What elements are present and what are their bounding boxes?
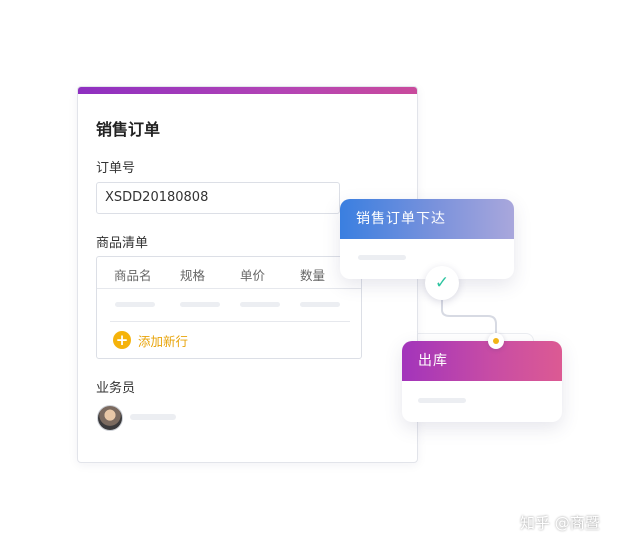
column-header-spec: 规格 (180, 268, 206, 283)
flow-step-sales-order-issued[interactable]: 销售订单下达 (340, 199, 514, 279)
add-row-label: 添加新行 (138, 333, 189, 349)
cell-placeholder (300, 302, 340, 307)
order-no-field[interactable]: XSDD20180808 (96, 182, 340, 214)
cell-placeholder (115, 302, 155, 307)
column-header-quantity: 数量 (300, 268, 326, 283)
check-icon: ✓ (425, 266, 459, 300)
staff-name-placeholder (130, 414, 176, 420)
step-title: 出库 (402, 341, 562, 381)
form-top-accent-bar (78, 87, 417, 94)
add-row-button[interactable]: + 添加新行 (113, 330, 188, 350)
step-placeholder-line (418, 398, 466, 403)
flow-step-outbound[interactable]: 出库 (402, 341, 562, 422)
plus-icon: + (113, 331, 131, 349)
cell-placeholder (240, 302, 280, 307)
order-no-label: 订单号 (96, 161, 136, 176)
staff-label: 业务员 (96, 381, 136, 396)
step-title: 销售订单下达 (340, 199, 514, 239)
pending-dot-icon (488, 333, 504, 349)
step-placeholder-line (358, 255, 406, 260)
column-header-product: 商品名 (114, 268, 152, 283)
goods-list-label: 商品清单 (96, 236, 149, 251)
form-title: 销售订单 (96, 120, 161, 139)
table-row-divider (110, 321, 350, 322)
watermark: 知乎 @商暨 (520, 514, 600, 532)
cell-placeholder (180, 302, 220, 307)
avatar[interactable] (97, 405, 123, 431)
column-header-price: 单价 (240, 268, 266, 283)
table-header-divider (97, 288, 361, 289)
goods-table: 商品名 规格 单价 数量 + 添加新行 (96, 256, 362, 359)
